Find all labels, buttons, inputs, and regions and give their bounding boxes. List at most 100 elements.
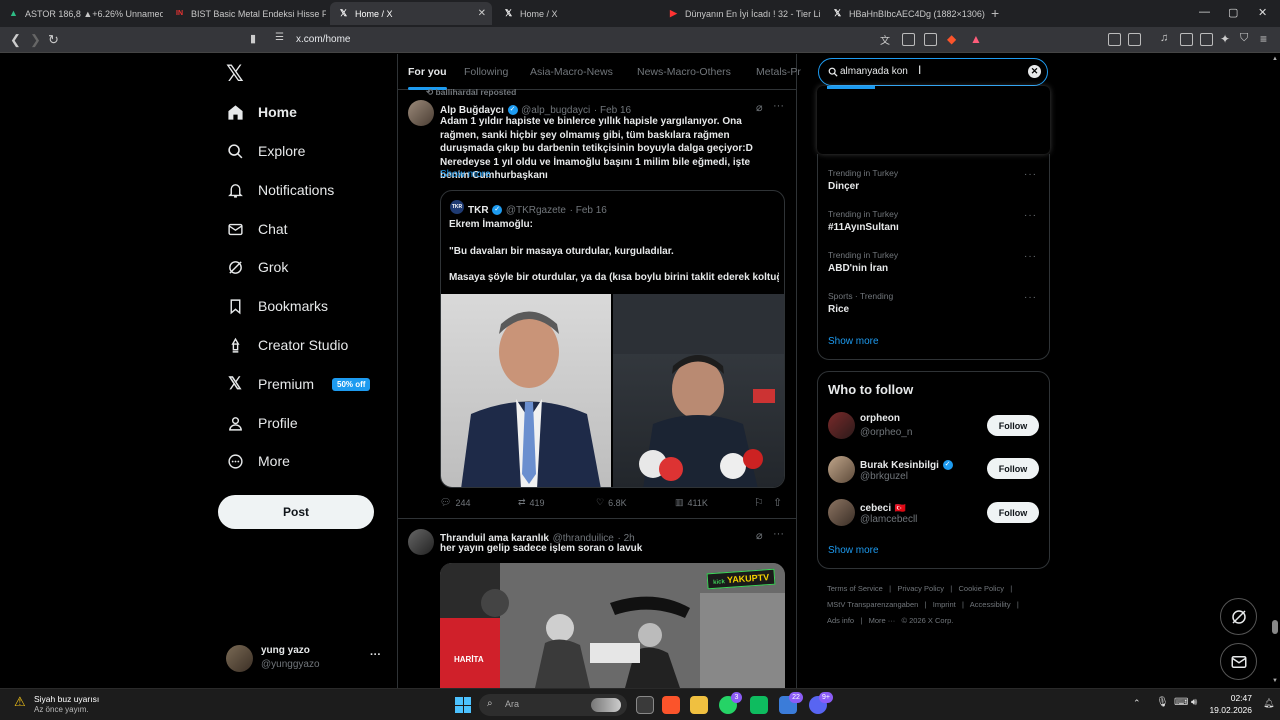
search-box[interactable]: almanyada kon ✕ xyxy=(818,58,1048,86)
sidebar-item-bookmarks[interactable]: Bookmarks xyxy=(226,293,328,319)
repost-button[interactable]: ⇄ 419 xyxy=(518,497,545,508)
scroll-down-icon[interactable]: ▼ xyxy=(1272,678,1278,684)
follow-button[interactable]: Follow xyxy=(987,458,1039,479)
reload-button[interactable]: ↻ xyxy=(48,32,59,48)
tab-metals[interactable]: Metals-Pr xyxy=(756,66,801,78)
tray-expand-icon[interactable]: ⌃ xyxy=(1133,698,1141,709)
tab-news-macro-others[interactable]: News-Macro-Others xyxy=(637,66,731,78)
ads-info-link[interactable]: Ads info xyxy=(827,616,854,625)
clear-search-icon[interactable]: ✕ xyxy=(1028,65,1041,78)
close-window-button[interactable]: ✕ xyxy=(1258,6,1267,19)
weather-title[interactable]: Siyah buz uyarısı xyxy=(34,694,99,704)
cookie-link[interactable]: Cookie Policy xyxy=(959,584,1004,593)
start-button[interactable] xyxy=(455,697,471,713)
sidebar-item-notifications[interactable]: Notifications xyxy=(226,177,334,203)
avatar[interactable] xyxy=(828,499,855,526)
brave-shield-icon[interactable]: ◆ xyxy=(947,32,956,46)
tab-home-x[interactable]: 𝕏 Home / X xyxy=(495,2,657,25)
footer-more-link[interactable]: More ··· xyxy=(869,616,896,625)
site-info-icon[interactable]: ☰ xyxy=(275,32,284,43)
avatar[interactable] xyxy=(828,412,855,439)
follow-button[interactable]: Follow xyxy=(987,502,1039,523)
sidebar-item-home[interactable]: Home xyxy=(226,99,297,125)
translate-icon[interactable]: 文 xyxy=(880,32,890,47)
extensions-icon[interactable] xyxy=(1108,33,1121,46)
sidebar-item-more[interactable]: More xyxy=(226,448,290,474)
tab-youtube[interactable]: ▶ Dünyanın En İyi İcadı ! 32 - Tier List… xyxy=(660,2,820,25)
wallet-icon[interactable] xyxy=(1200,33,1213,46)
quote-image-portrait[interactable] xyxy=(441,294,611,487)
account-switcher[interactable]: yung yazo @yunggyazo ··· xyxy=(226,644,386,674)
imprint-link[interactable]: Imprint xyxy=(933,600,956,609)
tab-bist[interactable]: IN BIST Basic Metal Endeksi Hisse Fiyatl… xyxy=(166,2,326,25)
brave-taskbar-icon[interactable] xyxy=(662,696,680,714)
close-tab-icon[interactable]: ✕ xyxy=(478,8,486,19)
network-icon[interactable]: ⌨ xyxy=(1174,697,1188,708)
maximize-button[interactable]: ▢ xyxy=(1228,6,1238,19)
taskbar-search[interactable]: ⌕ Ara xyxy=(479,694,627,716)
like-button[interactable]: ♡ 6.8K xyxy=(596,497,627,508)
account-menu-icon[interactable]: ··· xyxy=(370,649,381,661)
tweet-more-icon[interactable]: ··· xyxy=(773,100,784,112)
suggestion-name[interactable]: Burak Kesinbilgi xyxy=(860,460,939,471)
taskbar-search-input[interactable]: Ara xyxy=(505,699,519,709)
page-scrollbar[interactable]: ▲ ▼ xyxy=(1271,54,1279,688)
app-icon[interactable] xyxy=(750,696,768,714)
notification-bell-icon[interactable]: 🔔︎ xyxy=(1263,698,1274,709)
tab-astor[interactable]: ▲ ASTOR 186,8 ▲+6.26% Unnamed xyxy=(0,2,163,25)
menu-icon[interactable]: ≡ xyxy=(1260,32,1267,46)
scroll-up-icon[interactable]: ▲ xyxy=(1272,56,1278,62)
tweet-video[interactable]: kick YAKUPTV HARİTA xyxy=(440,563,785,688)
sidebar-item-premium[interactable]: 𝕏 Premium 50% off xyxy=(226,371,371,397)
tab-image[interactable]: 𝕏 HBaHnBIbcAEC4Dg (1882×1306) xyxy=(824,2,986,25)
terms-link[interactable]: Terms of Service xyxy=(827,584,883,593)
minimize-button[interactable]: — xyxy=(1199,6,1210,18)
trend-item[interactable]: Trending in Turkey Dinçer xyxy=(828,168,1038,192)
tab-following[interactable]: Following xyxy=(464,66,508,78)
bookmark-icon[interactable]: ⚐ xyxy=(754,496,764,509)
volume-icon[interactable]: 🔊︎ xyxy=(1191,697,1197,708)
trend-item[interactable]: Trending in Turkey ABD'nin İran xyxy=(828,250,1038,274)
suggestion-name[interactable]: orpheon xyxy=(860,413,900,424)
follow-show-more-link[interactable]: Show more xyxy=(828,545,879,556)
screenshot-icon[interactable] xyxy=(1128,33,1141,46)
trend-item[interactable]: Trending in Turkey #11AyınSultanı xyxy=(828,209,1038,233)
mic-icon[interactable]: 🎙︎ xyxy=(1156,697,1169,708)
sidebar-item-chat[interactable]: Chat xyxy=(226,216,288,242)
clock-date[interactable]: 19.02.2026 xyxy=(1203,705,1252,715)
avatar[interactable] xyxy=(408,529,434,555)
grok-explain-icon[interactable]: ⌀ xyxy=(756,101,763,114)
accessibility-link[interactable]: Accessibility xyxy=(970,600,1011,609)
sidebar-item-profile[interactable]: Profile xyxy=(226,410,298,436)
scrollbar-thumb[interactable] xyxy=(1272,620,1278,634)
bookmark-page-icon[interactable]: ▮ xyxy=(250,32,256,45)
trend-item[interactable]: Sports · Trending Rice xyxy=(828,291,1038,315)
post-button[interactable]: Post xyxy=(218,495,374,529)
grok-explain-icon[interactable]: ⌀ xyxy=(756,529,763,542)
grok-fab[interactable] xyxy=(1220,598,1257,635)
trend-more-icon[interactable]: ··· xyxy=(1024,292,1037,303)
share-icon[interactable]: ⇧ xyxy=(773,496,782,509)
mstv-link[interactable]: MStV Transparenzangaben xyxy=(827,600,918,609)
cast-icon[interactable] xyxy=(902,33,915,46)
tab-for-you[interactable]: For you xyxy=(408,66,447,90)
address-bar[interactable]: x.com/home xyxy=(296,34,350,45)
reply-button[interactable]: 💬︎ 244 xyxy=(440,497,470,508)
vpn-icon[interactable]: ⛉ xyxy=(1240,32,1248,45)
show-more-link[interactable]: Show more xyxy=(440,169,491,180)
task-view-icon[interactable] xyxy=(636,696,654,714)
new-tab-button[interactable]: + xyxy=(991,5,999,21)
suggestion-name[interactable]: cebeci xyxy=(860,503,891,514)
leo-ai-icon[interactable]: ✦ xyxy=(1220,32,1230,46)
trends-show-more-link[interactable]: Show more xyxy=(828,336,879,347)
tweet-more-icon[interactable]: ··· xyxy=(773,528,784,540)
sidebar-icon[interactable] xyxy=(1180,33,1193,46)
views-button[interactable]: ▥ 411K xyxy=(675,497,708,508)
search-input[interactable]: almanyada kon xyxy=(840,66,908,77)
x-logo[interactable]: 𝕏 xyxy=(226,62,244,87)
quote-image-seated[interactable] xyxy=(613,294,784,487)
privacy-link[interactable]: Privacy Policy xyxy=(897,584,944,593)
tab-asia-macro-news[interactable]: Asia-Macro-News xyxy=(530,66,613,78)
sidebar-item-explore[interactable]: Explore xyxy=(226,138,305,164)
avatar[interactable] xyxy=(828,456,855,483)
